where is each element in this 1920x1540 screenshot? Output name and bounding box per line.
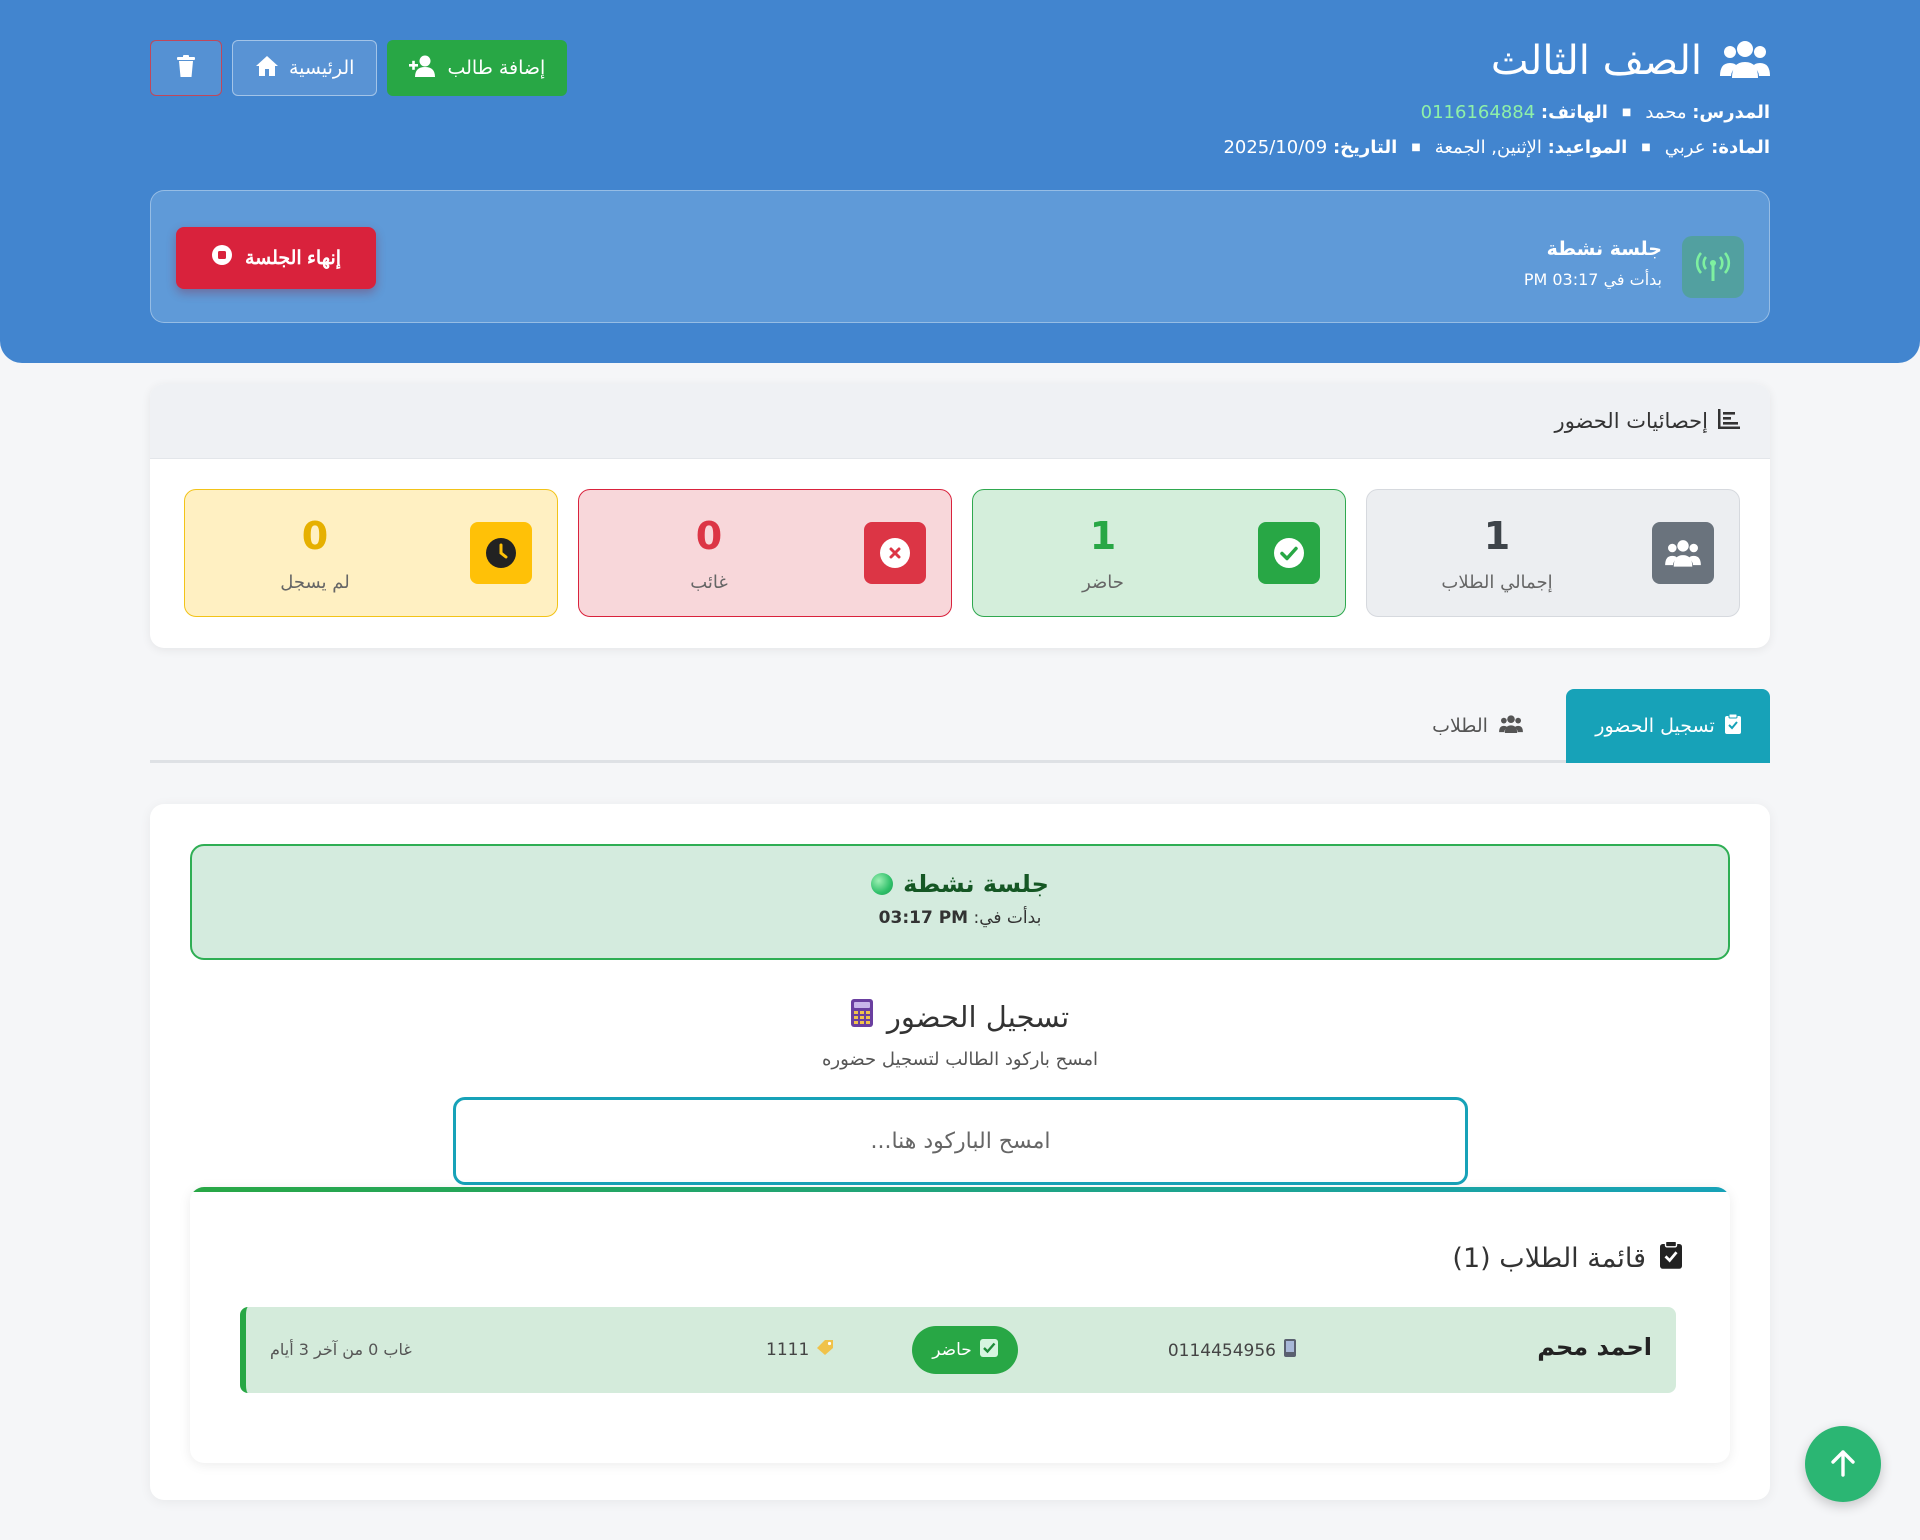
student-absence-summary: غاب 0 من آخر 3 أيام (270, 1340, 412, 1359)
separator-dot: ■ (1411, 142, 1421, 153)
subject-line: المادة: عربي ■ المواعيد: الإثنين, الجمعة… (1223, 137, 1770, 158)
list-heading: قائمة الطلاب (1) (1452, 1240, 1682, 1276)
student-name: احمد محم (1537, 1333, 1652, 1361)
stat-total-value: 1 (1483, 514, 1511, 558)
stat-present-value: 1 (1089, 514, 1117, 558)
tab-students-label: الطلاب (1432, 715, 1488, 737)
live-title: جلسة نشطة (903, 870, 1049, 898)
check-box-icon (979, 1338, 998, 1362)
separator-dot: ■ (1621, 107, 1632, 118)
stat-absent: 0 غائب (578, 489, 952, 617)
chart-icon (1718, 408, 1740, 434)
users-icon (1720, 38, 1770, 84)
home-button-label: الرئيسية (289, 57, 355, 79)
student-phone: 0114454956 (1168, 1339, 1296, 1362)
tab-students[interactable]: الطلاب (1408, 689, 1548, 763)
users-icon (1652, 522, 1714, 584)
header-actions: الرئيسية إضافة طالب (150, 40, 568, 96)
page-title: الصف الثالث (1490, 38, 1702, 84)
stats-title: إحصائيات الحضور (1554, 409, 1708, 433)
status-badge: حاضر (912, 1326, 1018, 1374)
home-button[interactable]: الرئيسية (232, 40, 378, 96)
phone-value: 0116164884 (1420, 102, 1536, 123)
user-plus-icon (409, 55, 437, 82)
scan-heading: تسجيل الحضور (150, 999, 1770, 1034)
teacher-line: المدرس: محمد ■ الهاتف: 0116164884 (1223, 102, 1770, 123)
student-code-value: 1111 (766, 1339, 810, 1360)
teacher-value: محمد (1645, 102, 1687, 123)
scroll-to-top-button[interactable] (1805, 1426, 1881, 1502)
live-session-banner: جلسة نشطة بدأت في: 03:17 PM (190, 844, 1730, 960)
student-phone-value: 0114454956 (1167, 1340, 1276, 1361)
stat-present-label: حاضر (1082, 572, 1124, 593)
subject-label: المادة: (1711, 137, 1770, 158)
stat-not-registered: 0 لم يسجل (184, 489, 558, 617)
scan-subtitle: امسح باركود الطالب لتسجيل حضوره (822, 1049, 1098, 1070)
session-title: جلسة نشطة (1546, 238, 1662, 260)
x-circle-icon (864, 522, 926, 584)
end-session-label: إنهاء الجلسة (244, 247, 342, 269)
tab-attendance-label: تسجيل الحضور (1595, 715, 1715, 737)
tab-attendance[interactable]: تسجيل الحضور (1566, 689, 1770, 763)
students-list-card: قائمة الطلاب (1) احمد محم 0114454956 حاض… (190, 1187, 1730, 1463)
teacher-label: المدرس: (1692, 102, 1770, 123)
student-code: 1111 (766, 1339, 835, 1360)
check-circle-icon (1258, 522, 1320, 584)
clipboard-check-icon (1660, 1240, 1682, 1276)
barcode-input[interactable] (453, 1097, 1468, 1185)
class-info: الصف الثالث المدرس: محمد ■ الهاتف: 01161… (1223, 38, 1770, 158)
stat-pending-label: لم يسجل (280, 572, 350, 593)
home-icon (255, 55, 279, 82)
stat-total-label: إجمالي الطلاب (1441, 572, 1553, 593)
users-icon (1498, 714, 1524, 739)
tabs-bar: تسجيل الحضور الطلاب (150, 689, 1770, 763)
stat-absent-value: 0 (695, 514, 723, 558)
live-started-prefix: بدأت في: (973, 908, 1042, 928)
scan-title: تسجيل الحضور (886, 999, 1070, 1034)
separator-dot: ■ (1641, 142, 1651, 153)
stat-total-students: 1 إجمالي الطلاب (1366, 489, 1740, 617)
gradient-top-bar (190, 1187, 1730, 1192)
subject-value: عربي (1664, 137, 1706, 158)
tag-icon (817, 1339, 835, 1360)
trash-icon (177, 54, 195, 82)
clipboard-check-icon (1724, 713, 1741, 739)
clock-icon (470, 522, 532, 584)
date-label: التاريخ: (1332, 137, 1398, 158)
add-student-button[interactable]: إضافة طالب (387, 40, 568, 96)
end-session-button[interactable]: إنهاء الجلسة (176, 227, 376, 289)
stat-absent-label: غائب (690, 572, 728, 593)
attendance-panel: جلسة نشطة بدأت في: 03:17 PM تسجيل الحضور… (150, 804, 1770, 1500)
list-title: قائمة الطلاب (1) (1452, 1243, 1646, 1274)
green-dot-icon (871, 873, 894, 895)
stat-pending-value: 0 (301, 514, 329, 558)
delete-class-button[interactable] (150, 40, 222, 96)
attendance-stats-card: إحصائيات الحضور 1 إجمالي الطلاب 1 حاضر 0… (150, 384, 1770, 648)
stat-present: 1 حاضر (972, 489, 1346, 617)
table-row[interactable]: احمد محم 0114454956 حاضر 1111 غاب 0 من آ… (240, 1307, 1676, 1393)
arrow-up-icon (1830, 1449, 1856, 1480)
status-badge-label: حاضر (932, 1340, 972, 1360)
page-header: الصف الثالث المدرس: محمد ■ الهاتف: 01161… (0, 0, 1920, 363)
broadcast-icon (1682, 236, 1744, 298)
live-started-time: 03:17 PM (878, 908, 969, 928)
session-start-time: بدأت في 03:17 PM (1523, 270, 1662, 289)
stop-circle-icon (211, 244, 233, 272)
phone-label: الهاتف: (1540, 102, 1608, 123)
mobile-phone-icon (1284, 1339, 1296, 1362)
calculator-icon (850, 999, 873, 1034)
stats-header: إحصائيات الحضور (150, 384, 1770, 459)
schedule-label: المواعيد: (1547, 137, 1628, 158)
active-session-bar: جلسة نشطة بدأت في 03:17 PM إنهاء الجلسة (150, 190, 1770, 323)
schedule-value: الإثنين, الجمعة (1434, 137, 1542, 158)
add-student-button-label: إضافة طالب (447, 57, 546, 79)
date-value: 2025/10/09 (1223, 137, 1328, 158)
